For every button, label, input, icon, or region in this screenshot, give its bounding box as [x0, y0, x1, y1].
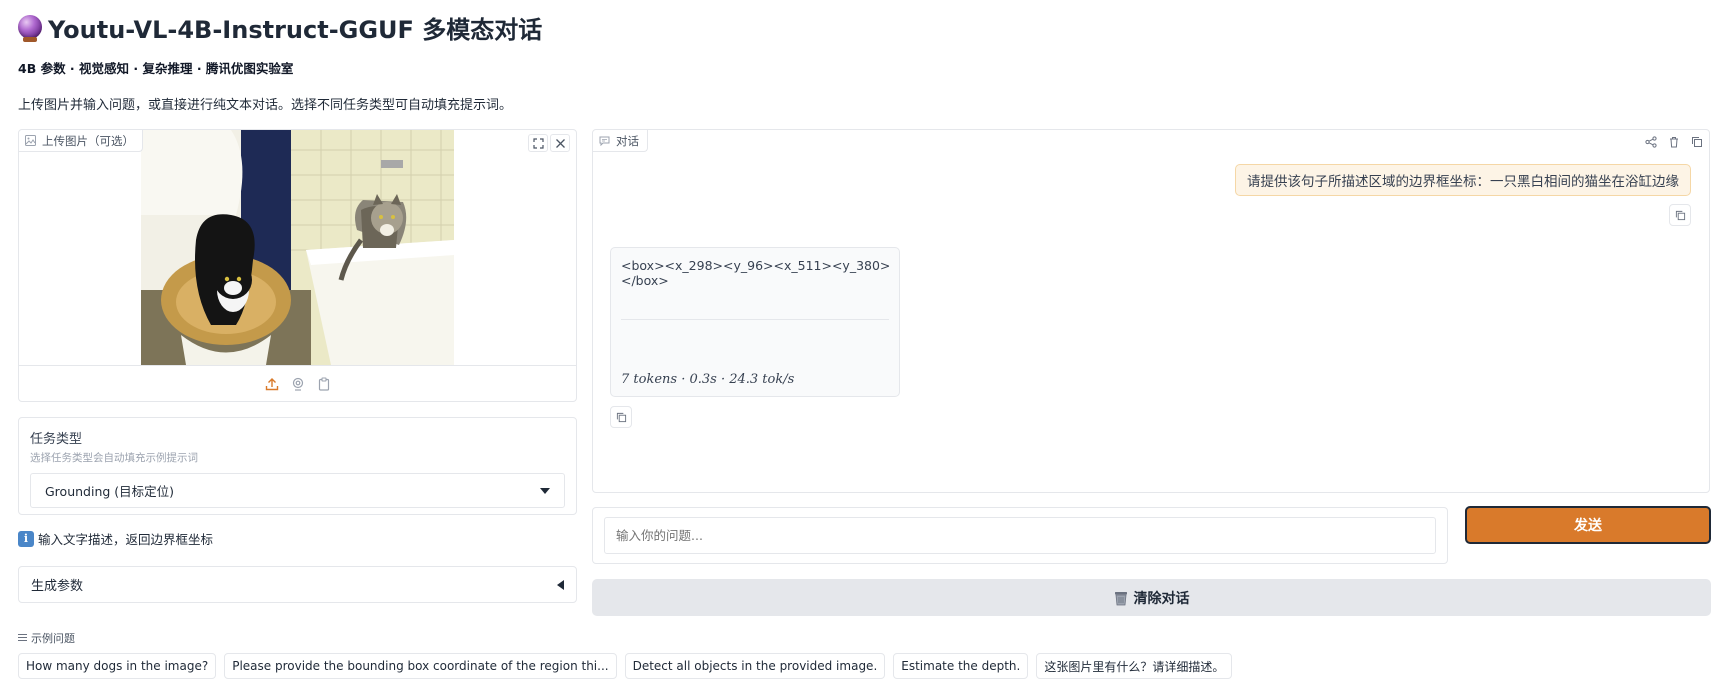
uploaded-image-cats: [141, 130, 454, 365]
copy-user-message-button[interactable]: [1669, 204, 1691, 226]
collapse-arrow-icon: [557, 579, 564, 590]
question-input[interactable]: [604, 517, 1436, 554]
task-type-dropdown[interactable]: Grounding (目标定位): [30, 473, 565, 508]
clear-chat-label: 清除对话: [1133, 590, 1190, 607]
chat-bubble-icon: [599, 135, 610, 146]
task-type-label: 任务类型: [30, 432, 83, 447]
image-upload-panel[interactable]: 上传图片（可选）: [18, 129, 577, 402]
page-title-text: Youtu-VL-4B-Instruct-GGUF 多模态对话: [48, 15, 543, 44]
webcam-icon[interactable]: [290, 376, 306, 392]
page-description: 上传图片并输入问题，或直接进行纯文本对话。选择不同任务类型可自动填充提示词。: [18, 98, 513, 113]
bot-message-stats: 7 tokens · 0.3s · 24.3 tok/s: [621, 372, 795, 387]
crystal-ball-icon: [18, 15, 42, 42]
question-input-panel: [592, 507, 1448, 564]
task-type-info: 选择任务类型会自动填充示例提示词: [30, 452, 198, 464]
bot-message-text: <box><x_298><y_96><x_511><y_380></box>: [621, 258, 891, 288]
chat-label-text: 对话: [616, 133, 639, 148]
info-icon: i: [18, 530, 34, 547]
close-icon[interactable]: [550, 134, 570, 152]
example-item[interactable]: Detect all objects in the provided image…: [624, 653, 886, 679]
share-icon[interactable]: [1641, 132, 1661, 151]
trash-icon[interactable]: [1664, 132, 1684, 151]
task-hint: i 输入文字描述，返回边界框坐标: [18, 529, 213, 548]
example-item[interactable]: 这张图片里有什么？请详细描述。: [1036, 653, 1233, 679]
page-title: Youtu-VL-4B-Instruct-GGUF 多模态对话: [18, 10, 542, 44]
clipboard-icon[interactable]: [316, 376, 332, 392]
chat-panel-label: 对话: [593, 130, 648, 152]
copy-bot-message-button[interactable]: [610, 406, 632, 428]
generation-params-label: 生成参数: [31, 579, 84, 594]
page-subtitle: 4B 参数 · 视觉感知 · 复杂推理 · 腾讯优图实验室: [18, 61, 294, 76]
example-item[interactable]: Please provide the bounding box coordina…: [224, 653, 617, 679]
user-message: 请提供该句子所描述区域的边界框坐标：一只黑白相间的猫坐在浴缸边缘: [1235, 164, 1691, 196]
example-item[interactable]: How many dogs in the image?: [18, 653, 217, 679]
chat-panel: 对话 请提供该句子所描述区域的边界框坐标：一只黑白相间的猫坐在浴缸边缘 <box…: [592, 129, 1710, 493]
upload-label-text: 上传图片（可选）: [42, 133, 134, 148]
upload-icon[interactable]: [264, 376, 280, 392]
copy-icon[interactable]: [1687, 132, 1707, 151]
clear-chat-button[interactable]: 清除对话: [592, 579, 1711, 616]
wastebasket-icon: [1114, 590, 1128, 606]
upload-panel-label: 上传图片（可选）: [19, 130, 143, 152]
bot-message: <box><x_298><y_96><x_511><y_380></box> 7…: [610, 247, 900, 397]
chevron-down-icon: [540, 487, 550, 494]
fullscreen-icon[interactable]: [528, 134, 548, 152]
task-type-selected: Grounding (目标定位): [45, 484, 175, 499]
example-item[interactable]: Estimate the depth.: [893, 653, 1029, 679]
list-icon: [18, 632, 27, 645]
generation-params-accordion[interactable]: 生成参数: [18, 566, 577, 603]
task-hint-text: 输入文字描述，返回边界框坐标: [38, 532, 214, 547]
examples-label-text: 示例问题: [31, 632, 75, 645]
image-icon: [25, 135, 36, 146]
bot-message-divider: [621, 319, 889, 320]
examples-label: 示例问题: [18, 630, 75, 646]
task-type-panel: 任务类型 选择任务类型会自动填充示例提示词 Grounding (目标定位): [18, 417, 577, 515]
send-button[interactable]: 发送: [1465, 506, 1711, 544]
examples-list: How many dogs in the image? Please provi…: [18, 653, 1233, 679]
